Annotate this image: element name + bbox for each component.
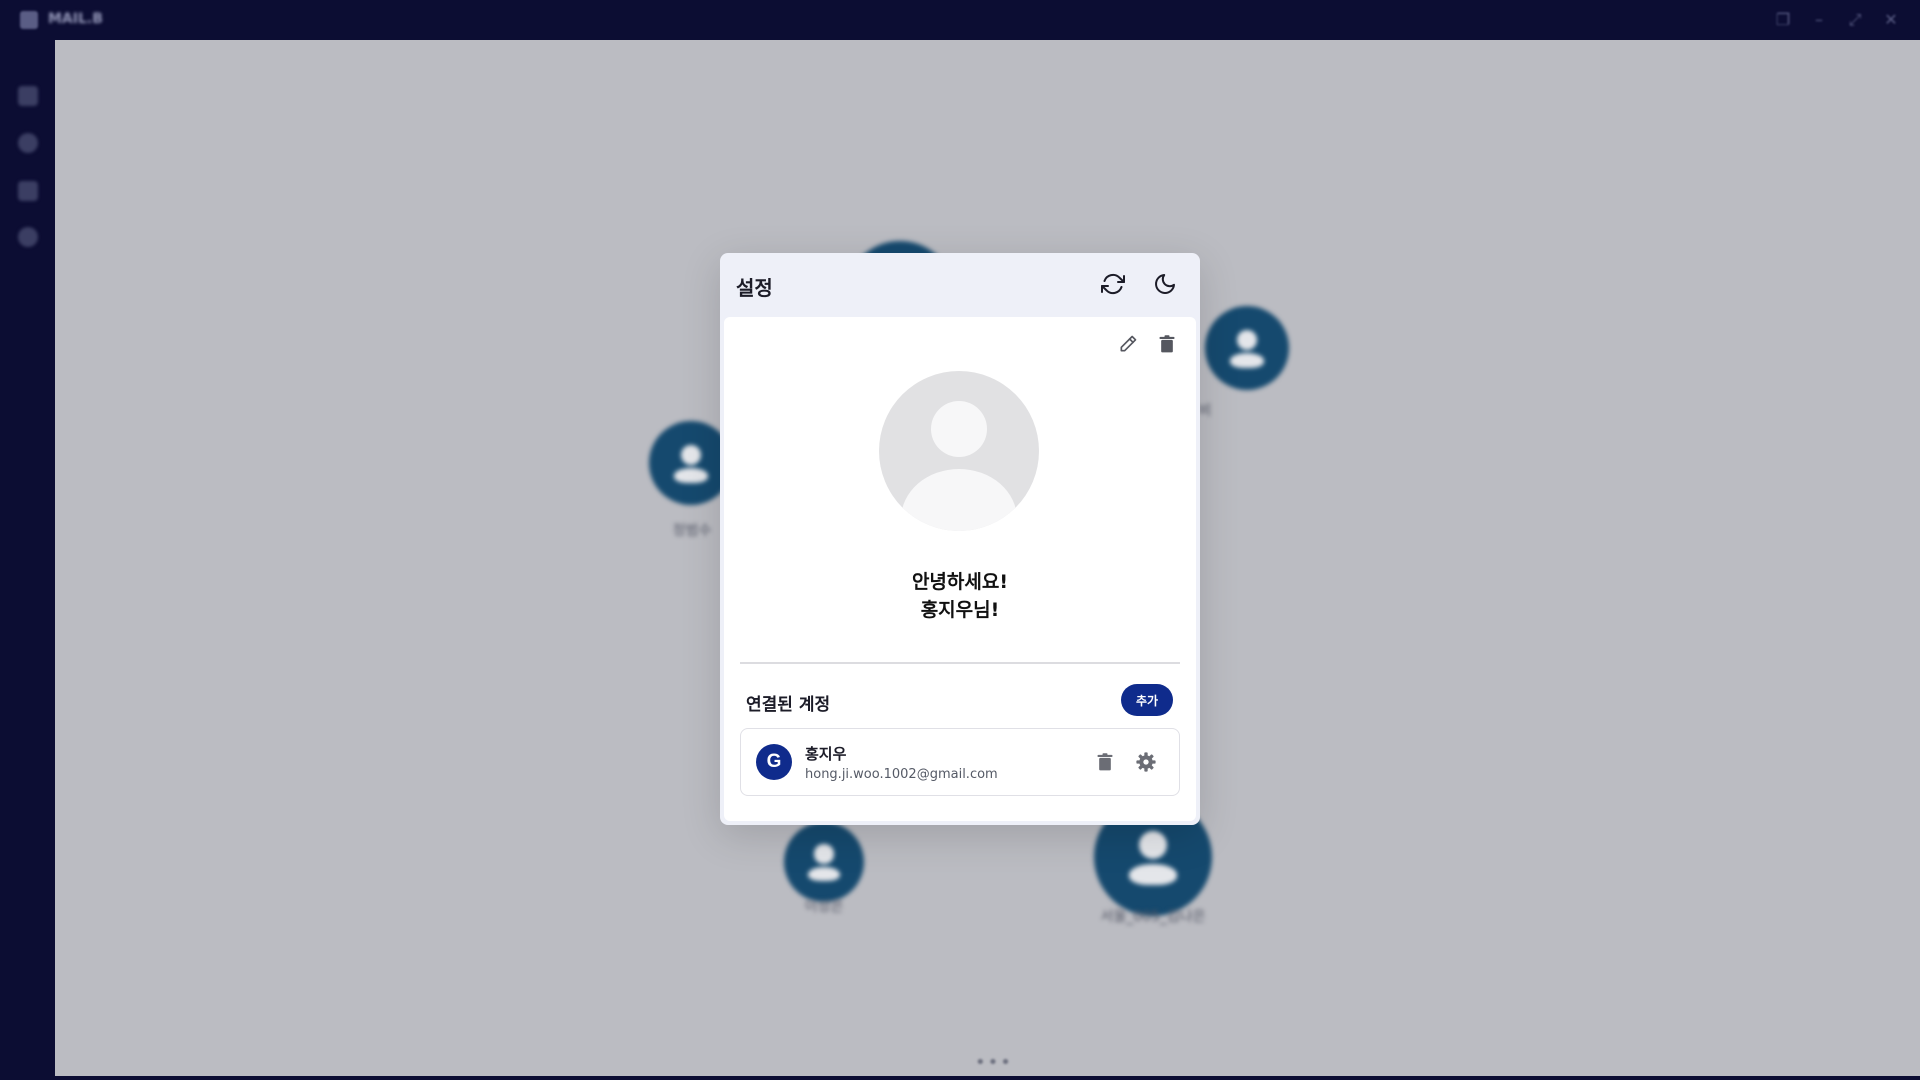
trash-icon bbox=[1097, 753, 1113, 771]
add-account-button[interactable]: 추가 bbox=[1121, 684, 1173, 716]
account-email: hong.ji.woo.1002@gmail.com bbox=[805, 767, 998, 782]
refresh-icon bbox=[1101, 273, 1125, 295]
sidebar-grid-icon[interactable] bbox=[18, 86, 38, 106]
contact-node[interactable] bbox=[1205, 306, 1289, 390]
contact-node-label: 이성은 bbox=[804, 899, 844, 915]
close-window-icon[interactable]: ✕ bbox=[1881, 10, 1901, 30]
modal-title: 설정 bbox=[736, 276, 773, 300]
trash-icon bbox=[1159, 335, 1175, 353]
edit-icon bbox=[1120, 335, 1137, 352]
contact-node-label: 서울_005_김나은 bbox=[1100, 909, 1206, 925]
dark-mode-toggle[interactable] bbox=[1148, 267, 1182, 301]
settings-modal: 설정 안녕하세요! 홍지우님! 연결된 계정 추가 G 홍지우 hong.ji.… bbox=[720, 253, 1200, 825]
delete-account-button[interactable] bbox=[1092, 749, 1118, 775]
title-bar: MAIL.B ❐ – ⤢ ✕ bbox=[0, 0, 1920, 40]
profile-panel: 안녕하세요! 홍지우님! 연결된 계정 추가 G 홍지우 hong.ji.woo… bbox=[724, 317, 1196, 821]
sidebar-settings-icon[interactable] bbox=[18, 227, 38, 247]
gear-icon bbox=[1136, 752, 1156, 772]
maximize-window-icon[interactable]: ⤢ bbox=[1845, 10, 1865, 30]
sidebar-attachment-icon[interactable] bbox=[18, 133, 38, 153]
contact-node-label: 비 bbox=[1198, 403, 1212, 419]
edit-profile-button[interactable] bbox=[1116, 332, 1140, 356]
avatar-person-icon bbox=[931, 401, 987, 457]
greeting-line-1: 안녕하세요! bbox=[911, 571, 1009, 593]
sidebar bbox=[0, 40, 55, 1080]
contact-node[interactable] bbox=[784, 822, 864, 902]
google-icon: G bbox=[756, 744, 792, 780]
app-logo-icon bbox=[20, 11, 38, 29]
greeting-line-2: 홍지우님! bbox=[920, 599, 1000, 621]
linked-accounts-title: 연결된 계정 bbox=[746, 695, 831, 715]
restore-window-icon[interactable]: ❐ bbox=[1773, 10, 1793, 30]
app-title: MAIL.B bbox=[48, 11, 103, 27]
minimize-window-icon[interactable]: – bbox=[1809, 10, 1829, 30]
moon-icon bbox=[1155, 274, 1175, 294]
more-options-icon[interactable]: ••• bbox=[975, 1052, 1013, 1073]
contact-node-label: 정범수 bbox=[672, 523, 712, 539]
delete-profile-button[interactable] bbox=[1155, 332, 1179, 356]
avatar[interactable] bbox=[879, 371, 1039, 531]
sidebar-calendar-icon[interactable] bbox=[18, 181, 38, 201]
divider bbox=[740, 662, 1180, 664]
linked-account-item: G 홍지우 hong.ji.woo.1002@gmail.com bbox=[740, 728, 1180, 796]
avatar-person-body bbox=[901, 469, 1017, 531]
account-settings-button[interactable] bbox=[1133, 749, 1159, 775]
account-name: 홍지우 bbox=[805, 745, 847, 763]
refresh-button[interactable] bbox=[1096, 267, 1130, 301]
